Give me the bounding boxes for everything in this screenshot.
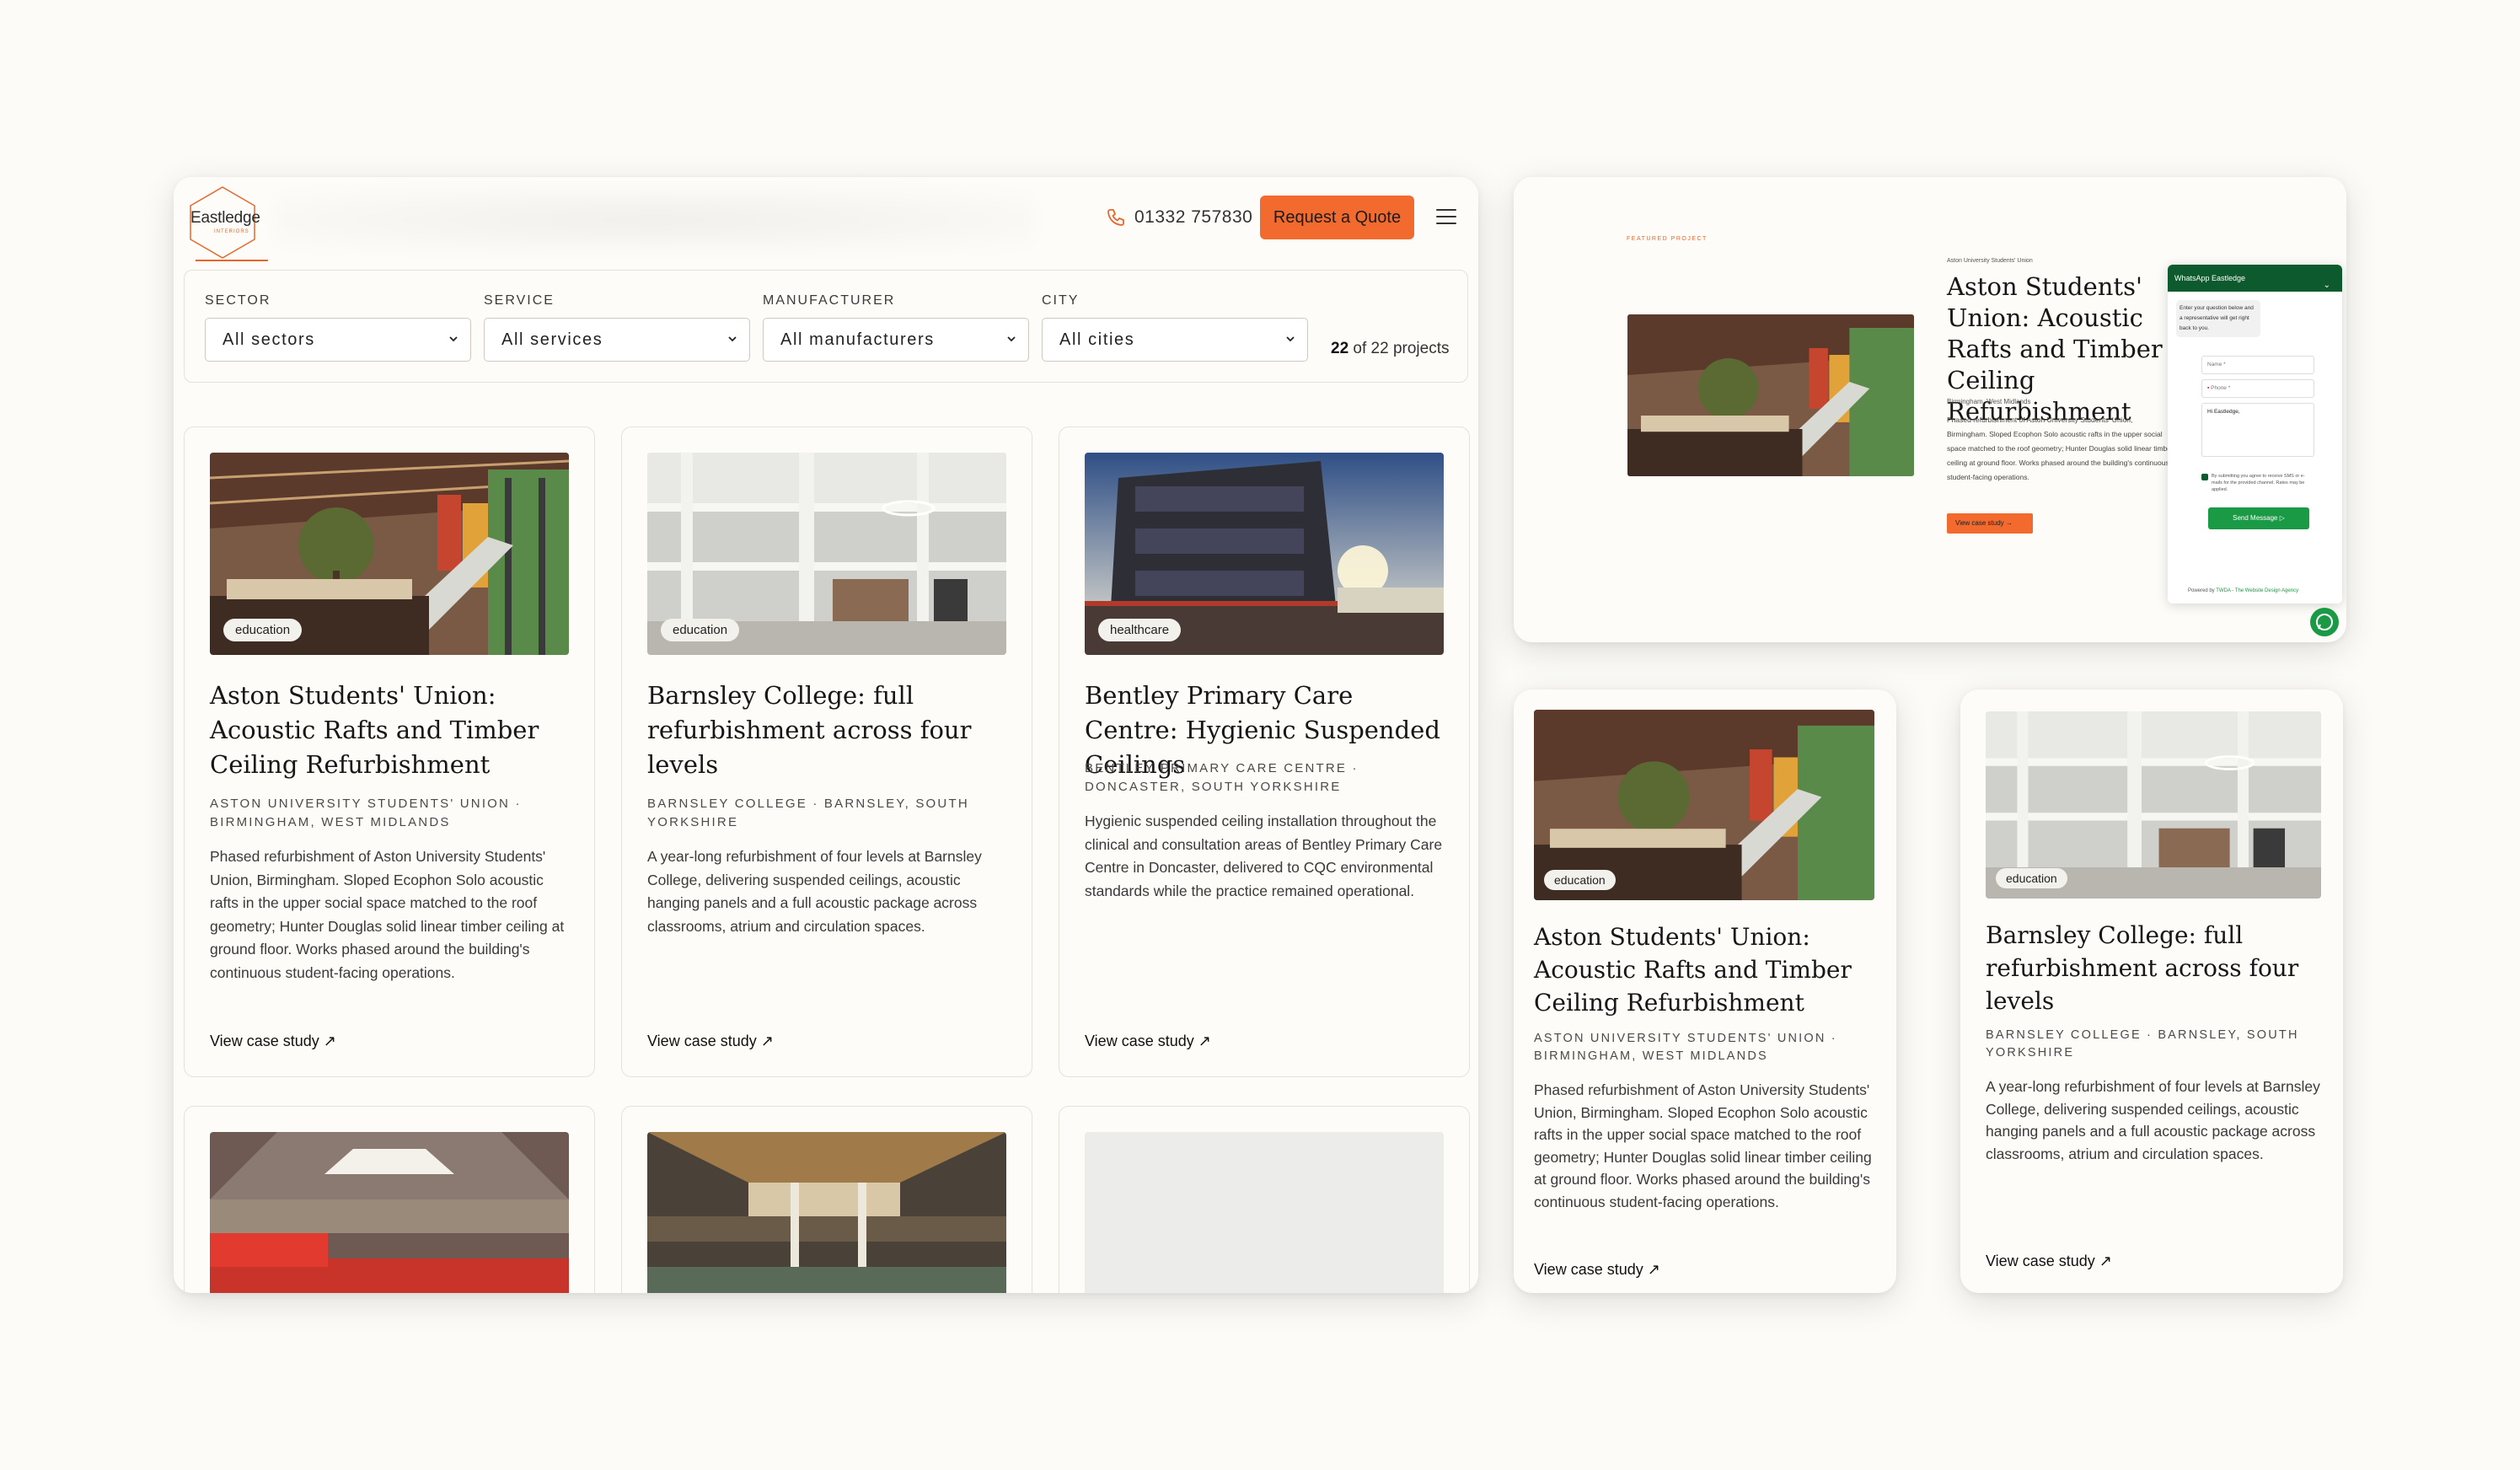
whatsapp-icon[interactable] — [2310, 608, 2339, 636]
powered-by-link[interactable]: TWDA - The Website Design Agency — [2216, 588, 2298, 593]
featured-description: Phased refurbishment of Aston University… — [1947, 416, 2174, 481]
sector-badge: education — [661, 619, 740, 641]
project-thumbnail: education — [210, 453, 569, 655]
view-case-study-link[interactable]: View case study ↗ — [1534, 1261, 1660, 1279]
project-title[interactable]: Barnsley College: full refurbishment acr… — [647, 679, 1010, 782]
project-thumbnail: healthcare — [1085, 453, 1444, 655]
atrium-photo — [1627, 314, 1914, 476]
manufacturer-filter-select[interactable]: All manufacturers — [763, 318, 1029, 362]
result-count-suffix: of 22 projects — [1353, 340, 1450, 357]
result-count: 22 of 22 projects — [1331, 340, 1450, 358]
consent-checkbox[interactable] — [2201, 474, 2208, 480]
featured-thumbnail — [1627, 314, 1914, 476]
service-filter-label: SERVICE — [484, 293, 555, 308]
site-header: Eastledge INTERIORS 01332 757830 Request… — [174, 177, 1478, 261]
project-filter-bar: SECTOR All sectors SERVICE All services … — [184, 270, 1468, 383]
flag-icon: ▪ — [2207, 385, 2210, 391]
whatsapp-phone-placeholder: Phone * — [2211, 385, 2231, 391]
project-thumbnail — [210, 1132, 569, 1293]
city-filter-value: All cities — [1059, 330, 1135, 349]
hamburger-menu-icon[interactable] — [1436, 209, 1456, 226]
whatsapp-widget-title: WhatsApp Eastledge — [2174, 274, 2246, 282]
eastledge-logo[interactable]: Eastledge INTERIORS — [180, 184, 268, 261]
project-description: A year-long refurbishment of four levels… — [647, 848, 982, 935]
project-meta: ASTON UNIVERSITY STUDENTS' UNION · BIRMI… — [210, 797, 522, 829]
whatsapp-widget-header: WhatsApp Eastledge ⌄ — [2168, 265, 2342, 292]
view-case-study-link[interactable]: View case study ↗ — [1986, 1253, 2112, 1270]
project-title[interactable]: Barnsley College: full refurbishment acr… — [1986, 919, 2331, 1017]
project-thumbnail: education — [647, 453, 1006, 655]
logo-subtitle: INTERIORS — [214, 229, 249, 234]
whatsapp-glyph-icon — [2316, 614, 2333, 630]
city-filter-select[interactable]: All cities — [1042, 318, 1308, 362]
logo-wordmark: Eastledge — [190, 209, 260, 227]
sector-badge: healthcare — [1098, 619, 1182, 641]
hall-ceiling-photo — [210, 1132, 569, 1293]
manufacturer-filter-label: MANUFACTURER — [763, 293, 896, 308]
project-thumbnail: education — [1534, 710, 1874, 900]
project-card[interactable]: education Aston Students' Union: Acousti… — [184, 427, 595, 1077]
whatsapp-name-field[interactable]: Name * — [2201, 356, 2314, 374]
consent-text: By submitting you agree to receive SMS o… — [2212, 474, 2305, 492]
project-description: Hygienic suspended ceiling installation … — [1085, 813, 1443, 899]
sector-filter-label: SECTOR — [205, 293, 271, 308]
request-quote-button[interactable]: Request a Quote — [1260, 196, 1414, 239]
project-thumbnail — [647, 1132, 1006, 1293]
sector-badge: education — [1996, 868, 2067, 888]
blurred-nav — [275, 190, 1033, 249]
service-filter-select[interactable]: All services — [484, 318, 750, 362]
mobile-project-card[interactable]: education Aston Students' Union: Acousti… — [1514, 689, 1896, 1293]
service-filter-value: All services — [501, 330, 603, 349]
featured-location: Birmingham, West Midlands — [1947, 398, 2031, 405]
whatsapp-phone-field[interactable]: ▪ Phone * — [2201, 379, 2314, 398]
view-case-study-link[interactable]: View case study ↗ — [210, 1033, 336, 1050]
project-meta: BENTLEY PRIMARY CARE CENTRE · DONCASTER,… — [1085, 761, 1359, 794]
whatsapp-intro-message: Enter your question below and a represen… — [2176, 300, 2260, 337]
project-card[interactable]: healthcare Bentley Primary Care Centre: … — [1059, 427, 1470, 1077]
project-card-loading — [1059, 1106, 1470, 1293]
sector-badge: education — [1544, 870, 1616, 890]
project-thumbnail: education — [1986, 711, 2321, 899]
logo-underline — [196, 260, 268, 261]
project-card[interactable] — [621, 1106, 1032, 1293]
thumbnail-placeholder — [1085, 1132, 1444, 1293]
atrium-timber-photo — [647, 1132, 1006, 1293]
view-case-study-link[interactable]: View case study ↗ — [647, 1033, 774, 1050]
project-description: A year-long refurbishment of four levels… — [1986, 1078, 2320, 1162]
featured-project-panel: FEATURED PROJECT Aston University Studen… — [1514, 177, 2346, 642]
phone-number-link[interactable]: 01332 757830 — [1134, 207, 1252, 228]
desktop-browser-panel: Eastledge INTERIORS 01332 757830 Request… — [174, 177, 1478, 1293]
project-title[interactable]: Aston Students' Union: Acoustic Rafts an… — [210, 679, 572, 782]
city-filter-label: CITY — [1042, 293, 1080, 308]
chevron-down-icon — [1007, 336, 1016, 342]
sector-filter-select[interactable]: All sectors — [205, 318, 471, 362]
chevron-down-icon — [728, 336, 737, 342]
whatsapp-send-button[interactable]: Send Message ▷ — [2208, 507, 2309, 529]
chevron-down-icon — [1286, 336, 1295, 342]
featured-organisation: Aston University Students' Union — [1947, 258, 2033, 264]
project-card[interactable]: education Barnsley College: full refurbi… — [621, 427, 1032, 1077]
mobile-project-card[interactable]: education Barnsley College: full refurbi… — [1960, 689, 2343, 1293]
sector-filter-value: All sectors — [223, 330, 315, 349]
project-meta: ASTON UNIVERSITY STUDENTS' UNION · BIRMI… — [1534, 1032, 1837, 1063]
sector-badge: education — [223, 619, 303, 641]
project-meta: BARNSLEY COLLEGE · BARNSLEY, SOUTH YORKS… — [1986, 1028, 2299, 1060]
chevron-down-icon[interactable]: ⌄ — [2324, 272, 2330, 299]
powered-by-text: Powered by TWDA - The Website Design Age… — [2188, 588, 2298, 593]
powered-by-label: Powered by — [2188, 588, 2215, 593]
project-title[interactable]: Aston Students' Union: Acoustic Rafts an… — [1534, 920, 1879, 1019]
project-description: Phased refurbishment of Aston University… — [1534, 1081, 1872, 1210]
chevron-down-icon — [449, 336, 458, 342]
project-card[interactable] — [184, 1106, 595, 1293]
project-meta: BARNSLEY COLLEGE · BARNSLEY, SOUTH YORKS… — [647, 797, 969, 829]
view-case-study-link[interactable]: View case study ↗ — [1085, 1033, 1211, 1050]
manufacturer-filter-value: All manufacturers — [780, 330, 935, 349]
project-description: Phased refurbishment of Aston University… — [210, 848, 565, 981]
featured-cta-button[interactable]: View case study → — [1947, 513, 2033, 534]
whatsapp-chat-widget: WhatsApp Eastledge ⌄ Enter your question… — [2168, 265, 2342, 604]
whatsapp-message-field[interactable]: Hi Eastledge, — [2201, 403, 2314, 457]
featured-kicker: FEATURED PROJECT — [1627, 236, 1708, 242]
phone-icon — [1107, 209, 1124, 226]
result-count-number: 22 — [1331, 340, 1349, 357]
